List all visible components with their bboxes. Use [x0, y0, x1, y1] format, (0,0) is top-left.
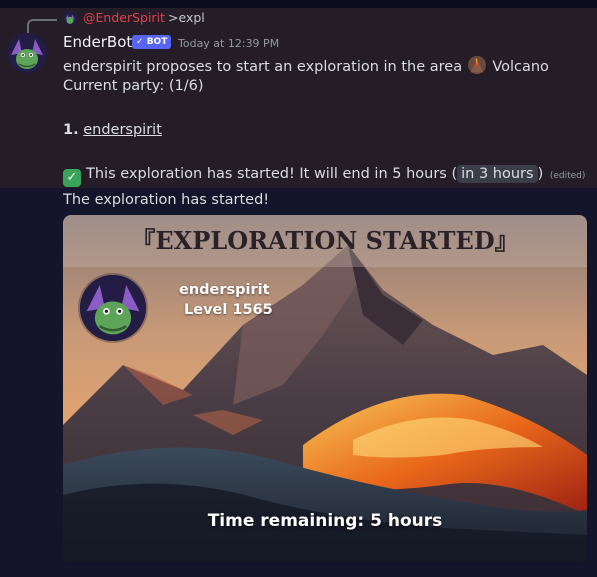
reply-mention[interactable]: @EnderSpirit — [83, 10, 165, 25]
time-remaining: Time remaining: 5 hours — [207, 511, 443, 531]
author-name[interactable]: EnderBot — [63, 33, 132, 51]
embed-title: 『EXPLORATION STARTED』 — [63, 215, 587, 267]
party-member: 1. enderspirit — [63, 122, 162, 138]
area-name: Volcano — [492, 59, 549, 75]
started-text: This exploration has started! It will en… — [86, 166, 458, 182]
volcano-landscape-image — [63, 215, 587, 562]
proposal-text: enderspirit proposes to start an explora… — [63, 59, 463, 75]
exploration-embed-image[interactable]: 『EXPLORATION STARTED』 enderspirit Level … — [63, 215, 587, 562]
player-level: Level 1565 — [184, 302, 273, 318]
volcano-emoji-icon — [467, 56, 486, 74]
message-timestamp[interactable]: Today at 12:39 PM — [178, 37, 279, 50]
member-name[interactable]: enderspirit — [83, 122, 162, 138]
edited-tag: (edited) — [549, 171, 586, 181]
party-count: Current party: (1/6) — [63, 78, 204, 94]
member-number: 1. — [63, 122, 79, 138]
player-name: enderspirit — [179, 282, 270, 298]
reply-command[interactable]: >expl — [168, 10, 205, 25]
bot-badge-label: BOT — [146, 37, 168, 47]
bot-badge: ✓ BOT — [132, 35, 172, 49]
author-avatar[interactable] — [7, 33, 47, 73]
followup-text: The exploration has started! — [63, 192, 270, 208]
player-avatar — [80, 275, 146, 341]
relative-time[interactable]: in 3 hours — [457, 165, 538, 183]
proposal-line: enderspirit proposes to start an explora… — [63, 56, 549, 75]
top-divider — [0, 0, 597, 8]
started-line: ✓ This exploration has started! It will e… — [63, 165, 586, 187]
started-close: ) — [537, 166, 544, 182]
check-mark-icon: ✓ — [63, 169, 81, 187]
reply-avatar[interactable] — [63, 11, 77, 25]
